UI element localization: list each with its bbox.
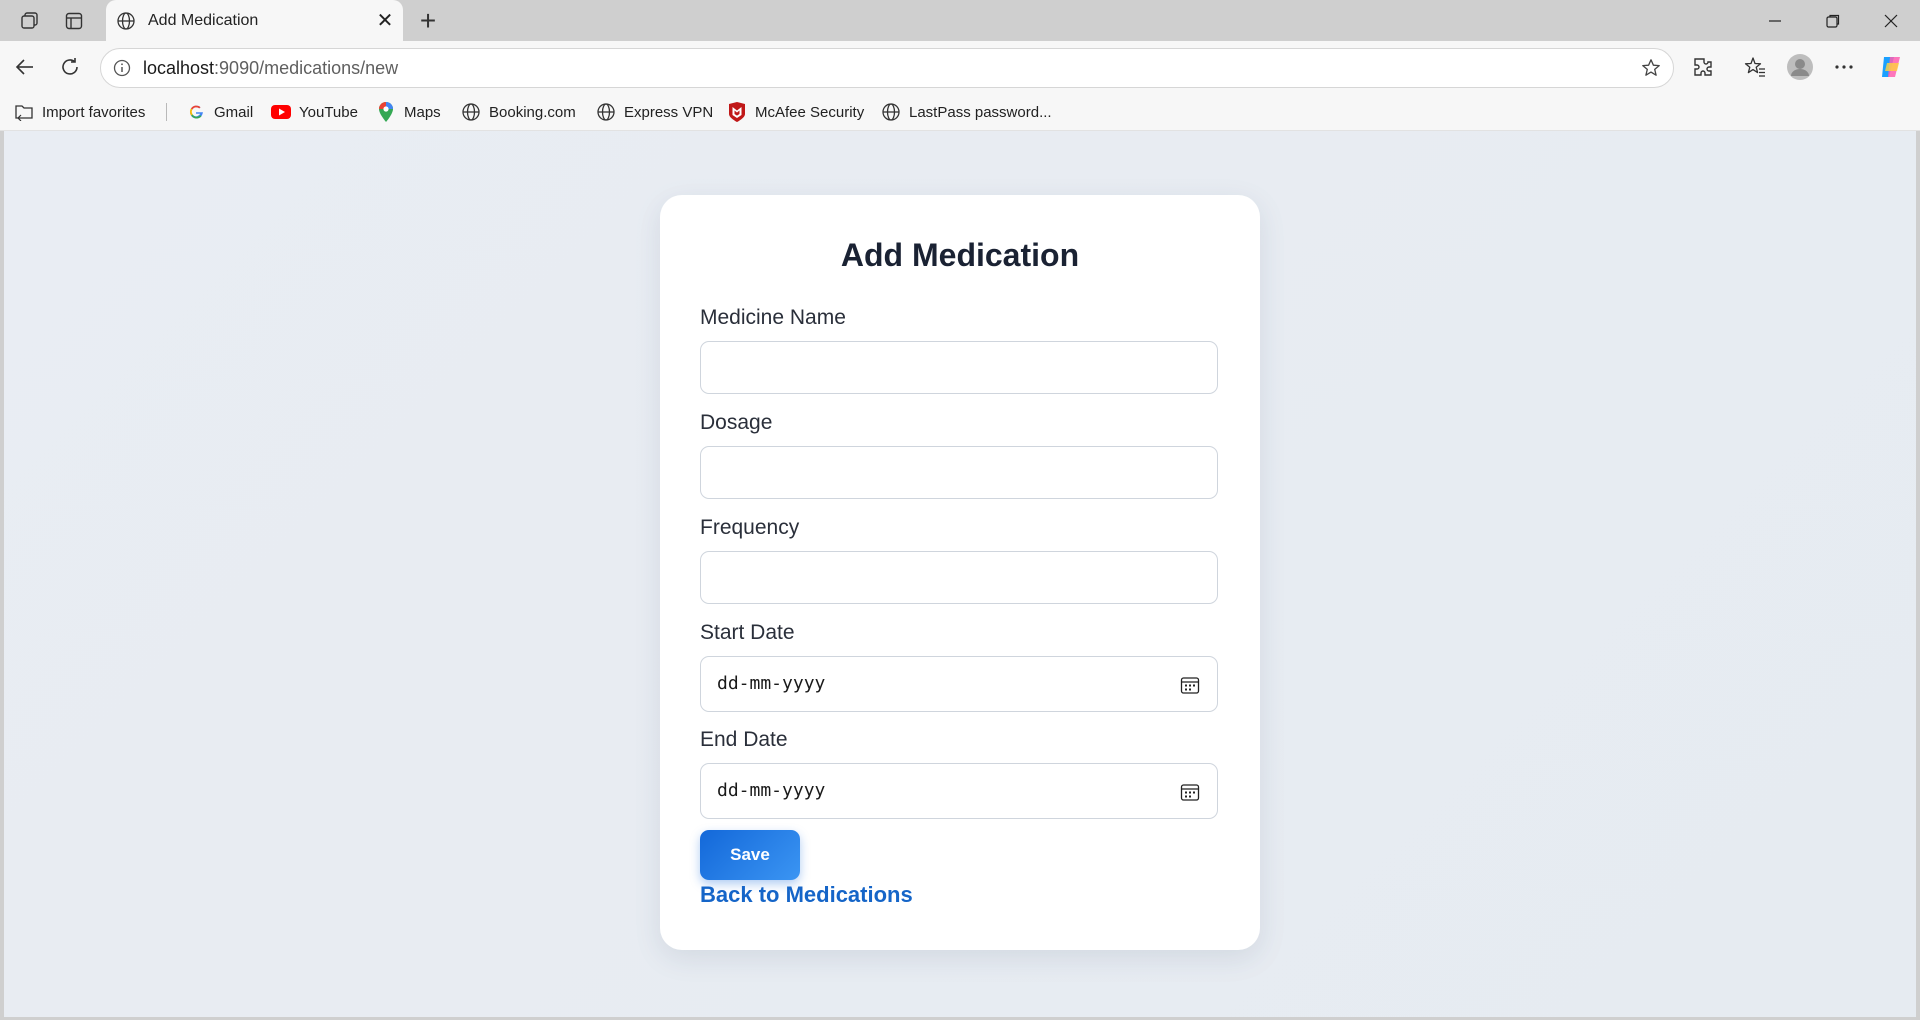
medicine-name-label: Medicine Name xyxy=(700,306,846,329)
dosage-input[interactable] xyxy=(700,446,1218,499)
site-info-icon[interactable] xyxy=(111,57,133,79)
new-tab-button[interactable]: + xyxy=(414,5,442,36)
bookmark-lastpass[interactable]: LastPass password... xyxy=(881,99,1052,125)
workspaces-icon[interactable] xyxy=(16,8,44,34)
bookmark-maps[interactable]: Maps xyxy=(376,99,441,125)
bookmark-label: Maps xyxy=(404,103,441,121)
favorites-icon[interactable] xyxy=(1740,52,1770,82)
calendar-icon[interactable] xyxy=(1179,781,1201,803)
start-date-placeholder: dd-mm-yyyy xyxy=(717,673,826,694)
mcafee-icon xyxy=(727,102,747,122)
close-tab-icon[interactable]: ✕ xyxy=(373,9,397,33)
bookmark-label: LastPass password... xyxy=(909,103,1052,121)
dosage-label: Dosage xyxy=(700,411,773,434)
minimize-icon[interactable] xyxy=(1750,0,1800,41)
bookmark-label: Gmail xyxy=(214,103,254,121)
bookmark-label: Import favorites xyxy=(42,103,146,121)
favorite-star-icon[interactable] xyxy=(1639,56,1663,80)
bookmarks-bar: Import favorites Gmail YouTube Maps Book… xyxy=(0,94,1920,131)
more-options-icon[interactable] xyxy=(1829,52,1859,82)
globe-icon xyxy=(114,9,138,33)
vertical-tabs-icon[interactable] xyxy=(60,8,88,34)
address-bar[interactable]: localhost:9090/medications/new xyxy=(100,48,1674,88)
globe-icon xyxy=(596,102,616,122)
bookmark-gmail[interactable]: Gmail xyxy=(186,99,253,125)
page-background: Add Medication Medicine Name Dosage Freq… xyxy=(4,131,1916,1017)
url-text: localhost:9090/medications/new xyxy=(143,58,398,79)
bookmark-label: McAfee Security xyxy=(755,103,865,121)
tab-bar: Add Medication ✕ + xyxy=(0,0,1920,41)
end-date-label: End Date xyxy=(700,728,788,751)
browser-toolbar: localhost:9090/medications/new xyxy=(0,41,1920,94)
google-icon xyxy=(186,102,206,122)
start-date-label: Start Date xyxy=(700,621,795,644)
copilot-icon[interactable] xyxy=(1877,52,1907,82)
globe-icon xyxy=(881,102,901,122)
bookmark-youtube[interactable]: YouTube xyxy=(271,99,358,125)
extensions-icon[interactable] xyxy=(1688,52,1718,82)
end-date-input[interactable]: dd-mm-yyyy xyxy=(700,763,1218,819)
back-to-medications-link[interactable]: Back to Medications xyxy=(700,882,913,908)
start-date-input[interactable]: dd-mm-yyyy xyxy=(700,656,1218,712)
frequency-label: Frequency xyxy=(700,516,800,539)
bookmark-label: Express VPN xyxy=(624,103,714,121)
medicine-name-input[interactable] xyxy=(700,341,1218,394)
end-date-placeholder: dd-mm-yyyy xyxy=(717,780,826,801)
page-title: Add Medication xyxy=(840,237,1080,273)
url-host: localhost xyxy=(143,58,215,78)
save-button[interactable]: Save xyxy=(700,830,800,880)
restore-icon[interactable] xyxy=(1808,0,1858,41)
bookmark-express-vpn[interactable]: Express VPN xyxy=(596,99,713,125)
youtube-icon xyxy=(271,102,291,122)
tab-title: Add Medication xyxy=(148,11,259,29)
active-tab[interactable]: Add Medication ✕ xyxy=(106,0,403,41)
back-arrow-icon[interactable] xyxy=(10,52,40,82)
bookmark-import-favorites[interactable]: Import favorites xyxy=(14,99,145,125)
calendar-icon[interactable] xyxy=(1179,674,1201,696)
bookmark-separator xyxy=(166,103,167,121)
bookmark-label: Booking.com xyxy=(489,103,576,121)
bookmark-booking[interactable]: Booking.com xyxy=(461,99,576,125)
profile-avatar-icon[interactable] xyxy=(1785,52,1815,82)
bookmark-mcafee[interactable]: McAfee Security xyxy=(727,99,864,125)
maps-icon xyxy=(376,102,396,122)
bookmark-label: YouTube xyxy=(299,103,358,121)
close-window-icon[interactable] xyxy=(1866,0,1916,41)
refresh-icon[interactable] xyxy=(55,52,85,82)
url-path: :9090/medications/new xyxy=(214,58,399,78)
globe-icon xyxy=(461,102,481,122)
medication-form-card: Add Medication Medicine Name Dosage Freq… xyxy=(660,195,1260,950)
import-icon xyxy=(14,102,34,122)
frequency-input[interactable] xyxy=(700,551,1218,604)
